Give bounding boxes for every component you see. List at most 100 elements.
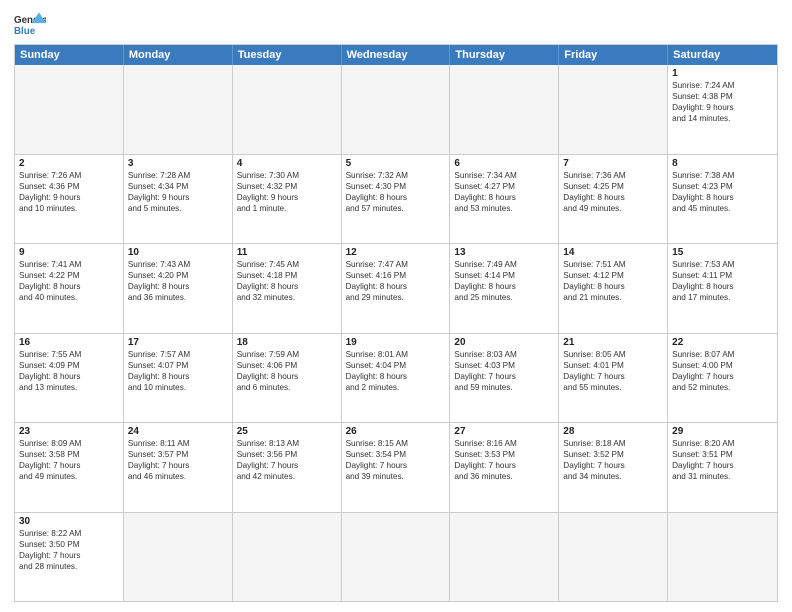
header-day-sunday: Sunday — [15, 45, 124, 65]
calendar-cell — [124, 513, 233, 602]
calendar-cell: 11Sunrise: 7:45 AM Sunset: 4:18 PM Dayli… — [233, 244, 342, 333]
calendar-week-5: 23Sunrise: 8:09 AM Sunset: 3:58 PM Dayli… — [15, 423, 777, 513]
day-number: 8 — [672, 158, 773, 169]
calendar-cell: 18Sunrise: 7:59 AM Sunset: 4:06 PM Dayli… — [233, 334, 342, 423]
calendar-cell: 3Sunrise: 7:28 AM Sunset: 4:34 PM Daylig… — [124, 155, 233, 244]
day-number: 23 — [19, 426, 119, 437]
day-info: Sunrise: 8:03 AM Sunset: 4:03 PM Dayligh… — [454, 349, 554, 393]
calendar-cell: 7Sunrise: 7:36 AM Sunset: 4:25 PM Daylig… — [559, 155, 668, 244]
calendar-cell: 16Sunrise: 7:55 AM Sunset: 4:09 PM Dayli… — [15, 334, 124, 423]
day-number: 12 — [346, 247, 446, 258]
header-day-wednesday: Wednesday — [342, 45, 451, 65]
calendar-cell — [342, 65, 451, 154]
calendar-week-4: 16Sunrise: 7:55 AM Sunset: 4:09 PM Dayli… — [15, 334, 777, 424]
calendar-cell: 8Sunrise: 7:38 AM Sunset: 4:23 PM Daylig… — [668, 155, 777, 244]
day-info: Sunrise: 7:55 AM Sunset: 4:09 PM Dayligh… — [19, 349, 119, 393]
svg-text:Blue: Blue — [14, 26, 36, 37]
calendar-cell: 2Sunrise: 7:26 AM Sunset: 4:36 PM Daylig… — [15, 155, 124, 244]
day-info: Sunrise: 7:53 AM Sunset: 4:11 PM Dayligh… — [672, 259, 773, 303]
day-info: Sunrise: 7:43 AM Sunset: 4:20 PM Dayligh… — [128, 259, 228, 303]
day-info: Sunrise: 8:15 AM Sunset: 3:54 PM Dayligh… — [346, 438, 446, 482]
header-day-saturday: Saturday — [668, 45, 777, 65]
day-number: 14 — [563, 247, 663, 258]
calendar: SundayMondayTuesdayWednesdayThursdayFrid… — [14, 44, 778, 602]
calendar-cell: 13Sunrise: 7:49 AM Sunset: 4:14 PM Dayli… — [450, 244, 559, 333]
calendar-cell: 30Sunrise: 8:22 AM Sunset: 3:50 PM Dayli… — [15, 513, 124, 602]
day-info: Sunrise: 8:13 AM Sunset: 3:56 PM Dayligh… — [237, 438, 337, 482]
calendar-header: SundayMondayTuesdayWednesdayThursdayFrid… — [15, 45, 777, 65]
day-info: Sunrise: 7:59 AM Sunset: 4:06 PM Dayligh… — [237, 349, 337, 393]
calendar-cell: 23Sunrise: 8:09 AM Sunset: 3:58 PM Dayli… — [15, 423, 124, 512]
calendar-cell — [124, 65, 233, 154]
day-info: Sunrise: 8:16 AM Sunset: 3:53 PM Dayligh… — [454, 438, 554, 482]
day-number: 18 — [237, 337, 337, 348]
header-day-friday: Friday — [559, 45, 668, 65]
day-number: 15 — [672, 247, 773, 258]
day-number: 1 — [672, 68, 773, 79]
calendar-body: 1Sunrise: 7:24 AM Sunset: 4:38 PM Daylig… — [15, 65, 777, 601]
header-day-thursday: Thursday — [450, 45, 559, 65]
day-info: Sunrise: 7:51 AM Sunset: 4:12 PM Dayligh… — [563, 259, 663, 303]
day-number: 2 — [19, 158, 119, 169]
day-number: 5 — [346, 158, 446, 169]
day-number: 28 — [563, 426, 663, 437]
day-info: Sunrise: 7:26 AM Sunset: 4:36 PM Dayligh… — [19, 170, 119, 214]
day-number: 4 — [237, 158, 337, 169]
page: General Blue SundayMondayTuesdayWednesda… — [0, 0, 792, 612]
day-info: Sunrise: 8:20 AM Sunset: 3:51 PM Dayligh… — [672, 438, 773, 482]
calendar-week-6: 30Sunrise: 8:22 AM Sunset: 3:50 PM Dayli… — [15, 513, 777, 602]
calendar-cell: 12Sunrise: 7:47 AM Sunset: 4:16 PM Dayli… — [342, 244, 451, 333]
calendar-cell: 24Sunrise: 8:11 AM Sunset: 3:57 PM Dayli… — [124, 423, 233, 512]
day-info: Sunrise: 8:07 AM Sunset: 4:00 PM Dayligh… — [672, 349, 773, 393]
day-info: Sunrise: 8:01 AM Sunset: 4:04 PM Dayligh… — [346, 349, 446, 393]
calendar-cell: 4Sunrise: 7:30 AM Sunset: 4:32 PM Daylig… — [233, 155, 342, 244]
calendar-cell — [559, 65, 668, 154]
calendar-cell: 26Sunrise: 8:15 AM Sunset: 3:54 PM Dayli… — [342, 423, 451, 512]
calendar-cell: 25Sunrise: 8:13 AM Sunset: 3:56 PM Dayli… — [233, 423, 342, 512]
calendar-cell: 5Sunrise: 7:32 AM Sunset: 4:30 PM Daylig… — [342, 155, 451, 244]
day-number: 22 — [672, 337, 773, 348]
day-info: Sunrise: 7:32 AM Sunset: 4:30 PM Dayligh… — [346, 170, 446, 214]
generalblue-logo-icon: General Blue — [14, 10, 46, 38]
day-info: Sunrise: 8:09 AM Sunset: 3:58 PM Dayligh… — [19, 438, 119, 482]
day-info: Sunrise: 8:11 AM Sunset: 3:57 PM Dayligh… — [128, 438, 228, 482]
day-info: Sunrise: 8:18 AM Sunset: 3:52 PM Dayligh… — [563, 438, 663, 482]
day-number: 11 — [237, 247, 337, 258]
logo: General Blue — [14, 10, 46, 38]
calendar-cell — [450, 513, 559, 602]
day-number: 26 — [346, 426, 446, 437]
day-info: Sunrise: 7:41 AM Sunset: 4:22 PM Dayligh… — [19, 259, 119, 303]
calendar-cell: 15Sunrise: 7:53 AM Sunset: 4:11 PM Dayli… — [668, 244, 777, 333]
day-info: Sunrise: 7:28 AM Sunset: 4:34 PM Dayligh… — [128, 170, 228, 214]
day-number: 30 — [19, 516, 119, 527]
day-info: Sunrise: 8:05 AM Sunset: 4:01 PM Dayligh… — [563, 349, 663, 393]
day-info: Sunrise: 7:47 AM Sunset: 4:16 PM Dayligh… — [346, 259, 446, 303]
calendar-cell — [233, 513, 342, 602]
day-number: 16 — [19, 337, 119, 348]
day-number: 7 — [563, 158, 663, 169]
day-number: 20 — [454, 337, 554, 348]
calendar-cell: 17Sunrise: 7:57 AM Sunset: 4:07 PM Dayli… — [124, 334, 233, 423]
calendar-cell: 27Sunrise: 8:16 AM Sunset: 3:53 PM Dayli… — [450, 423, 559, 512]
day-info: Sunrise: 7:45 AM Sunset: 4:18 PM Dayligh… — [237, 259, 337, 303]
day-number: 6 — [454, 158, 554, 169]
calendar-cell: 19Sunrise: 8:01 AM Sunset: 4:04 PM Dayli… — [342, 334, 451, 423]
day-info: Sunrise: 8:22 AM Sunset: 3:50 PM Dayligh… — [19, 528, 119, 572]
calendar-week-1: 1Sunrise: 7:24 AM Sunset: 4:38 PM Daylig… — [15, 65, 777, 155]
calendar-cell: 21Sunrise: 8:05 AM Sunset: 4:01 PM Dayli… — [559, 334, 668, 423]
day-info: Sunrise: 7:38 AM Sunset: 4:23 PM Dayligh… — [672, 170, 773, 214]
day-number: 3 — [128, 158, 228, 169]
calendar-cell: 1Sunrise: 7:24 AM Sunset: 4:38 PM Daylig… — [668, 65, 777, 154]
calendar-cell — [450, 65, 559, 154]
day-number: 27 — [454, 426, 554, 437]
calendar-cell — [668, 513, 777, 602]
day-info: Sunrise: 7:34 AM Sunset: 4:27 PM Dayligh… — [454, 170, 554, 214]
day-number: 21 — [563, 337, 663, 348]
day-info: Sunrise: 7:30 AM Sunset: 4:32 PM Dayligh… — [237, 170, 337, 214]
calendar-week-3: 9Sunrise: 7:41 AM Sunset: 4:22 PM Daylig… — [15, 244, 777, 334]
day-number: 13 — [454, 247, 554, 258]
day-number: 9 — [19, 247, 119, 258]
calendar-cell: 22Sunrise: 8:07 AM Sunset: 4:00 PM Dayli… — [668, 334, 777, 423]
day-info: Sunrise: 7:24 AM Sunset: 4:38 PM Dayligh… — [672, 80, 773, 124]
calendar-cell: 28Sunrise: 8:18 AM Sunset: 3:52 PM Dayli… — [559, 423, 668, 512]
